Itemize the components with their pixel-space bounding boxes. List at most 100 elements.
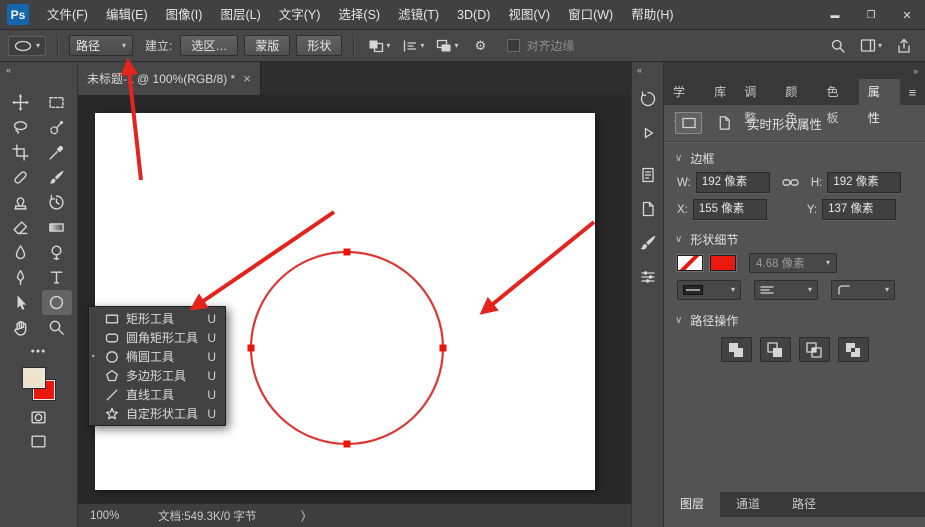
menu-select[interactable]: 选择(S)	[329, 0, 389, 30]
path-arrangement-dropdown[interactable]: ▾	[433, 35, 461, 57]
zoom-tool[interactable]	[42, 315, 72, 340]
link-dimensions-icon[interactable]	[782, 177, 799, 188]
minimize-button[interactable]: ▬	[817, 0, 853, 30]
menu-view[interactable]: 视图(V)	[499, 0, 559, 30]
eyedropper-tool[interactable]	[42, 140, 72, 165]
info-panel-button[interactable]	[635, 162, 661, 188]
tab-properties[interactable]: 属性	[858, 79, 900, 125]
tab-layers[interactable]: 图层	[664, 492, 721, 517]
section-path-operations[interactable]: ∨ 路径操作	[664, 309, 925, 331]
combine-shapes-button[interactable]	[720, 337, 752, 362]
stroke-width-combo[interactable]: 4.68 像素 ▾	[749, 253, 837, 273]
lasso-tool[interactable]	[6, 115, 36, 140]
path-alignment-dropdown[interactable]: ▾	[399, 35, 427, 57]
toolbar-collapse[interactable]: «	[0, 62, 77, 78]
menu-image[interactable]: 图像(I)	[157, 0, 212, 30]
section-shape-details[interactable]: ∨ 形状细节	[664, 228, 925, 250]
section-transform[interactable]: ∨ 边框	[664, 147, 925, 169]
crop-tool[interactable]	[6, 140, 36, 165]
close-button[interactable]: ✕	[889, 0, 925, 30]
path-operations-dropdown[interactable]: ▾	[365, 35, 393, 57]
height-field[interactable]: 192 像素	[827, 172, 902, 193]
anchor-point-top[interactable]	[343, 248, 351, 256]
menu-3d[interactable]: 3D(D)	[448, 0, 499, 30]
menu-layer[interactable]: 图层(L)	[211, 0, 269, 30]
clone-stamp-tool[interactable]	[6, 190, 36, 215]
path-selection-tool[interactable]	[6, 290, 36, 315]
flyout-line-tool[interactable]: 直线工具 U	[89, 385, 225, 404]
ellipse-tool[interactable]	[41, 290, 72, 315]
fill-color-swatch[interactable]	[677, 255, 703, 271]
shape-properties-button[interactable]	[675, 112, 702, 134]
menu-help[interactable]: 帮助(H)	[622, 0, 682, 30]
make-mask-button[interactable]: 蒙版	[244, 35, 291, 56]
eraser-tool[interactable]	[6, 215, 36, 240]
foreground-color-swatch[interactable]	[22, 368, 45, 388]
width-field[interactable]: 192 像素	[695, 172, 770, 193]
align-edges-checkbox[interactable]: 对齐边缘	[507, 37, 574, 54]
move-tool[interactable]	[6, 90, 36, 115]
brush-tool[interactable]	[42, 165, 72, 190]
tab-learn[interactable]: 学习	[664, 79, 705, 125]
subtract-front-shape-button[interactable]	[759, 337, 791, 362]
circle-path[interactable]	[249, 250, 445, 446]
hand-tool[interactable]	[6, 315, 36, 340]
history-brush-tool[interactable]	[42, 190, 72, 215]
pen-tool[interactable]	[6, 265, 36, 290]
menu-edit[interactable]: 编辑(E)	[97, 0, 157, 30]
flyout-ellipse-tool[interactable]: ▪ 椭圆工具 U	[89, 347, 225, 366]
restore-button[interactable]: ❐	[853, 0, 889, 30]
menu-window[interactable]: 窗口(W)	[559, 0, 622, 30]
flyout-rectangle-tool[interactable]: 矩形工具 U	[89, 309, 225, 328]
panel-menu-icon[interactable]: ≡	[900, 79, 925, 105]
tool-preset-picker[interactable]: ▾	[8, 35, 47, 56]
type-tool[interactable]	[42, 265, 72, 290]
rectangular-marquee-tool[interactable]	[42, 90, 72, 115]
search-button[interactable]	[825, 35, 851, 57]
blur-tool[interactable]	[6, 240, 36, 265]
history-panel-button[interactable]	[635, 86, 661, 112]
stroke-align-combo[interactable]: ▾	[754, 280, 818, 300]
close-document-icon[interactable]: ×	[243, 71, 251, 86]
x-field[interactable]: 155 像素	[692, 199, 767, 220]
masks-properties-button[interactable]	[711, 112, 738, 134]
menu-file[interactable]: 文件(F)	[38, 0, 97, 30]
gradient-tool[interactable]	[42, 215, 72, 240]
stroke-type-combo[interactable]: ▾	[677, 280, 741, 300]
flyout-custom-shape-tool[interactable]: 自定形状工具 U	[89, 404, 225, 423]
anchor-point-bottom[interactable]	[343, 440, 351, 448]
notes-panel-button[interactable]	[635, 196, 661, 222]
quick-mask-button[interactable]	[30, 409, 47, 426]
screen-mode-button[interactable]	[30, 433, 47, 450]
menu-type[interactable]: 文字(Y)	[270, 0, 330, 30]
share-button[interactable]	[891, 35, 917, 57]
dodge-tool[interactable]	[42, 240, 72, 265]
tool-mode-select[interactable]: 路径 ▾	[69, 35, 134, 56]
document-tab[interactable]: 未标题-1 @ 100%(RGB/8) * ×	[78, 62, 261, 95]
strip-expand[interactable]: «	[632, 62, 663, 78]
tab-adjustments[interactable]: 调整	[735, 79, 776, 125]
zoom-level-field[interactable]: 100%	[90, 510, 136, 522]
flyout-rounded-rectangle-tool[interactable]: 圆角矩形工具 U	[89, 328, 225, 347]
anchor-point-right[interactable]	[439, 344, 447, 352]
menu-filter[interactable]: 滤镜(T)	[389, 0, 448, 30]
flyout-polygon-tool[interactable]: 多边形工具 U	[89, 366, 225, 385]
intersect-shapes-button[interactable]	[798, 337, 830, 362]
panel-collapse[interactable]: »	[913, 66, 918, 76]
actions-panel-button[interactable]	[635, 120, 661, 146]
canvas[interactable]	[95, 113, 595, 490]
color-swatches[interactable]	[21, 366, 57, 402]
tab-swatches[interactable]: 色板	[818, 79, 859, 125]
make-shape-button[interactable]: 形状	[296, 35, 343, 56]
anchor-point-left[interactable]	[247, 344, 255, 352]
geometry-options-gear[interactable]: ⚙	[467, 35, 493, 57]
brush-settings-panel-button[interactable]	[635, 230, 661, 256]
stroke-color-swatch[interactable]	[710, 255, 736, 271]
workspace-switcher[interactable]: ▾	[857, 35, 885, 57]
tab-libraries[interactable]: 库	[705, 79, 735, 105]
edit-toolbar-button[interactable]: ●●●	[31, 348, 47, 355]
tab-color[interactable]: 颜色	[776, 79, 817, 125]
tab-channels[interactable]: 通道	[720, 492, 776, 517]
make-selection-button[interactable]: 选区…	[180, 35, 239, 56]
properties-sliders-panel-button[interactable]	[635, 264, 661, 290]
